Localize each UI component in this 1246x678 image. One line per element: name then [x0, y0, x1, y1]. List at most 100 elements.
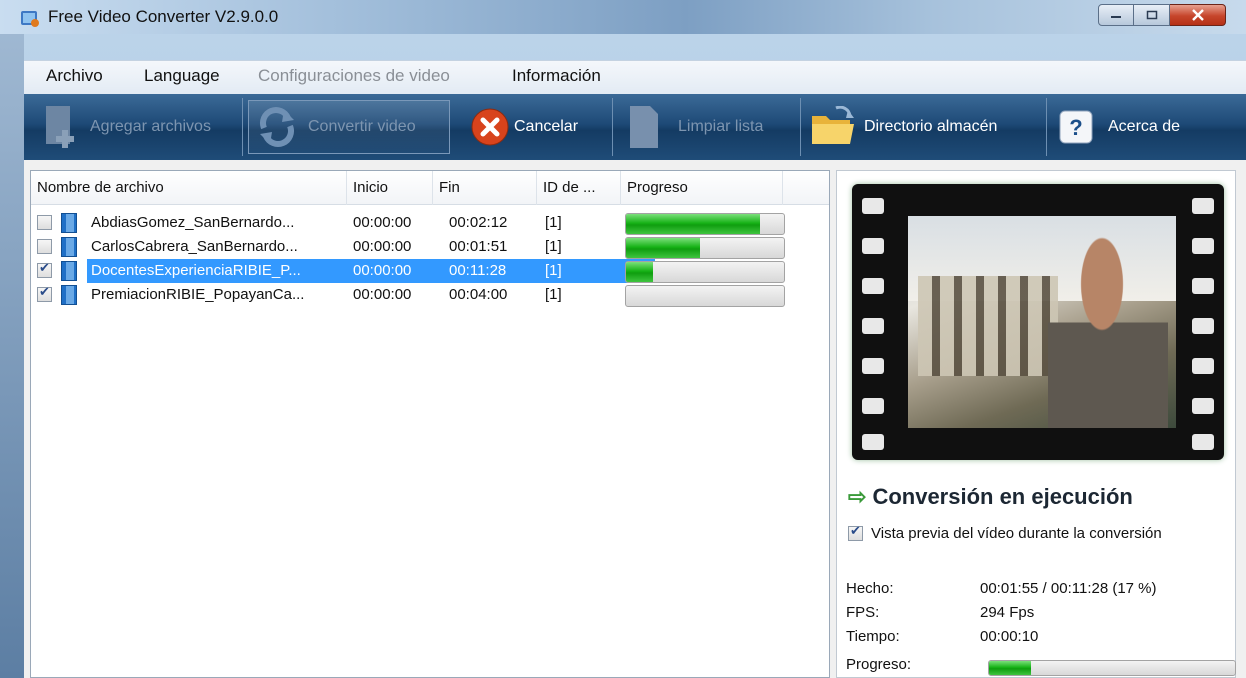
- about-label: Acerca de: [1108, 118, 1181, 135]
- convert-button[interactable]: Convertir video: [254, 102, 416, 152]
- preview-building: [918, 276, 1058, 376]
- film-sprocket: [1192, 238, 1214, 254]
- row-progress-bar: [625, 237, 785, 259]
- column-header-filename[interactable]: Nombre de archivo: [31, 171, 347, 205]
- window-title: Free Video Converter V2.9.0.0: [48, 7, 279, 26]
- toolbar-separator: [800, 98, 801, 156]
- maximize-icon: [1146, 10, 1157, 20]
- column-header-end[interactable]: Fin: [433, 171, 537, 205]
- arrow-right-icon: ⇨: [848, 484, 867, 509]
- video-file-icon: [61, 261, 77, 281]
- film-sprocket: [1192, 278, 1214, 294]
- menu-informacion[interactable]: Información: [512, 66, 601, 86]
- progress-label: Progreso:: [846, 656, 912, 673]
- video-file-icon: [61, 285, 77, 305]
- close-button[interactable]: [1170, 4, 1226, 26]
- toolbar-separator: [612, 98, 613, 156]
- column-header-progress[interactable]: Progreso: [621, 171, 783, 205]
- menu-language[interactable]: Language: [144, 66, 220, 86]
- video-preview: [908, 216, 1176, 428]
- cancel-button[interactable]: Cancelar: [470, 102, 578, 152]
- cell-id: [1]: [545, 214, 562, 231]
- about-button[interactable]: ? Acerca de: [1058, 102, 1180, 152]
- done-label: Hecho:: [846, 580, 894, 597]
- document-icon: [630, 106, 658, 148]
- column-header-start[interactable]: Inicio: [347, 171, 433, 205]
- film-sprocket: [862, 238, 884, 254]
- clear-list-button[interactable]: Limpiar lista: [626, 102, 763, 152]
- add-file-icon: [46, 106, 74, 148]
- time-value: 00:00:10: [980, 628, 1039, 645]
- minimize-icon: [1111, 16, 1121, 18]
- toolbar-separator: [242, 98, 243, 156]
- film-sprocket: [1192, 318, 1214, 334]
- film-sprocket: [1192, 358, 1214, 374]
- convert-icon: [260, 107, 294, 147]
- conversion-status-text: Conversión en ejecución: [872, 484, 1133, 509]
- cell-id: [1]: [545, 262, 562, 279]
- clear-list-label: Limpiar lista: [678, 118, 764, 135]
- cell-filename: AbdiasGomez_SanBernardo...: [91, 214, 295, 231]
- cancel-label: Cancelar: [514, 118, 579, 135]
- app-window: Free Video Converter V2.9.0.0 Archivo La…: [0, 0, 1246, 678]
- fps-label: FPS:: [846, 604, 880, 621]
- cell-filename: CarlosCabrera_SanBernardo...: [91, 238, 298, 255]
- film-sprocket: [1192, 434, 1214, 450]
- preview-option[interactable]: Vista previa del vídeo durante la conver…: [848, 523, 1162, 543]
- video-file-icon: [61, 237, 77, 257]
- film-sprocket: [1192, 398, 1214, 414]
- minimize-button[interactable]: [1098, 4, 1134, 26]
- row-checkbox[interactable]: [37, 239, 52, 254]
- table-row[interactable]: DocentesExperienciaRIBIE_P... 00:00:00 0…: [31, 259, 829, 283]
- cell-id: [1]: [545, 238, 562, 255]
- row-progress-bar: [625, 285, 785, 307]
- table-row[interactable]: CarlosCabrera_SanBernardo... 00:00:00 00…: [31, 235, 829, 259]
- cell-end: 00:11:28: [449, 262, 507, 279]
- film-sprocket: [862, 358, 884, 374]
- film-sprocket: [862, 318, 884, 334]
- table-row[interactable]: PremiacionRIBIE_PopayanCa... 00:00:00 00…: [31, 283, 829, 307]
- column-header-id[interactable]: ID de ...: [537, 171, 621, 205]
- cell-end: 00:01:51: [449, 238, 508, 255]
- row-progress-bar: [625, 261, 785, 283]
- fps-value: 294 Fps: [980, 604, 1035, 621]
- row-progress-bar: [625, 213, 785, 235]
- row-checkbox[interactable]: [37, 285, 52, 302]
- cell-id: [1]: [545, 286, 562, 303]
- add-files-button[interactable]: Agregar archivos: [42, 102, 211, 152]
- toolbar-separator: [1046, 98, 1047, 156]
- film-sprocket: [862, 198, 884, 214]
- menu-configuraciones-video[interactable]: Configuraciones de video: [258, 66, 450, 86]
- film-sprocket: [862, 278, 884, 294]
- file-list-header: Nombre de archivo Inicio Fin ID de ... P…: [31, 171, 829, 205]
- add-files-label: Agregar archivos: [90, 118, 211, 135]
- cell-start: 00:00:00: [353, 214, 412, 231]
- output-directory-label: Directorio almacén: [864, 118, 998, 135]
- cell-start: 00:00:00: [353, 238, 412, 255]
- row-checkbox[interactable]: [37, 261, 52, 278]
- cell-start: 00:00:00: [353, 286, 412, 303]
- table-row[interactable]: AbdiasGomez_SanBernardo... 00:00:00 00:0…: [31, 211, 829, 235]
- app-icon: [21, 11, 39, 27]
- maximize-button[interactable]: [1134, 4, 1170, 26]
- preview-checkbox[interactable]: [848, 524, 863, 541]
- preview-person: [1048, 236, 1168, 428]
- title-bar[interactable]: Free Video Converter V2.9.0.0: [0, 0, 1246, 34]
- done-value: 00:01:55 / 00:11:28 (17 %): [980, 580, 1157, 597]
- cell-start: 00:00:00: [353, 262, 412, 279]
- svg-text:?: ?: [1069, 115, 1082, 140]
- film-sprocket: [1192, 198, 1214, 214]
- video-file-icon: [61, 213, 77, 233]
- output-directory-button[interactable]: Directorio almacén: [810, 102, 997, 152]
- folder-icon: [812, 106, 854, 144]
- cell-end: 00:02:12: [449, 214, 508, 231]
- time-label: Tiempo:: [846, 628, 900, 645]
- window-controls: [1098, 4, 1226, 28]
- cancel-icon: [471, 108, 509, 146]
- file-list[interactable]: Nombre de archivo Inicio Fin ID de ... P…: [30, 170, 830, 678]
- row-checkbox[interactable]: [37, 215, 52, 230]
- cell-filename: PremiacionRIBIE_PopayanCa...: [91, 286, 305, 303]
- preview-checkbox-label: Vista previa del vídeo durante la conver…: [871, 524, 1162, 542]
- menu-archivo[interactable]: Archivo: [46, 66, 103, 86]
- help-icon: ?: [1059, 110, 1093, 144]
